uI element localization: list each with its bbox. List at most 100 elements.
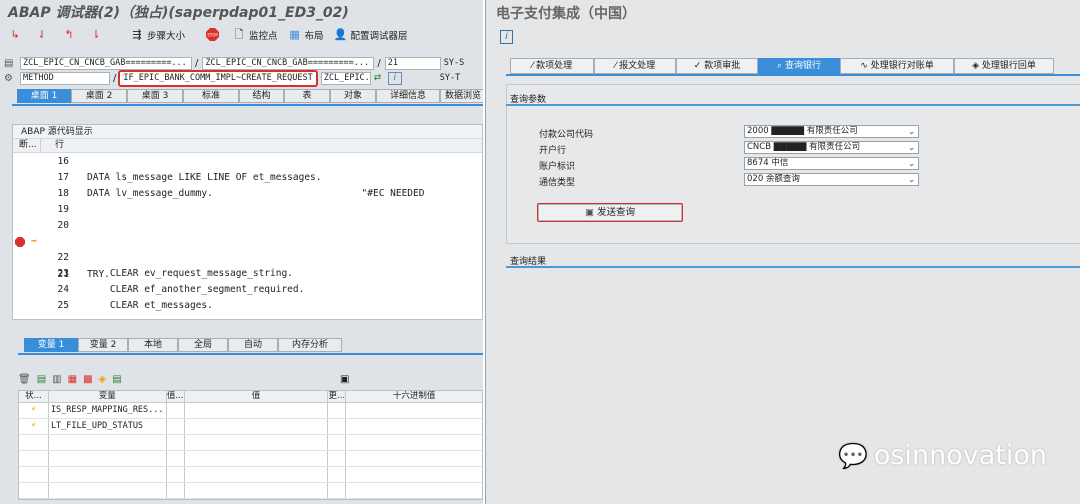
step-over-icon: ⇃ — [37, 28, 47, 41]
code-lines: 16 17 DATA ls_message LIKE LINE OF et_mes… — [13, 154, 483, 320]
tab-message-processing[interactable]: ⁄ 报文处理 — [594, 58, 676, 74]
line-number: 24 — [57, 284, 69, 295]
watchpoint-button[interactable]: 🗋 监控点 — [232, 28, 278, 42]
breakpoint-stop-icon[interactable] — [15, 237, 25, 250]
include-field[interactable]: ZCL_EPIC_CN_CNCB_GAB=========... — [202, 56, 375, 70]
return-button[interactable]: ↰ — [62, 28, 79, 42]
account-id-select[interactable]: 8674 中信 ⌄ — [744, 157, 919, 170]
edit-icon[interactable]: ▥ — [52, 374, 61, 385]
save-variant-icon[interactable]: ▦ — [68, 374, 77, 385]
code-line[interactable]: 20 — [13, 220, 483, 236]
tab-bank-statement[interactable]: ∿ 处理银行对账单 — [840, 58, 954, 74]
separator: / — [195, 57, 199, 69]
tab-local[interactable]: 本地 — [128, 338, 178, 352]
debugger-title: ABAP 调试器(2)（独占)(saperpdap01_ED3_02) — [8, 5, 349, 21]
step-size-button[interactable]: ⇶ 步骤大小 — [130, 28, 185, 42]
epic-title: 电子支付集成（中国） — [496, 6, 636, 22]
search-icon: ⌕ — [777, 61, 785, 71]
tab-variables-1[interactable]: 变量 1 — [24, 338, 78, 352]
code-line[interactable]: 19 — [13, 204, 483, 220]
table-row[interactable] — [19, 467, 482, 483]
code-line-current[interactable]: ➡ 21 TRY. — [13, 236, 483, 280]
tab-memory-analysis[interactable]: 内存分析 — [278, 338, 342, 352]
code-line[interactable]: 22 — [13, 252, 483, 268]
tab-bank-receipt[interactable]: ◈ 处理银行回单 — [954, 58, 1054, 74]
tab-global[interactable]: 全局 — [178, 338, 228, 352]
step-into-button[interactable]: ↳ — [8, 28, 25, 42]
tab-data-browser[interactable]: 数据浏览 — [440, 89, 483, 103]
delete-icon[interactable]: 🗑 — [18, 374, 31, 385]
bank-select[interactable]: CNCB ▇▇▇▇▇ 有限责任公司 ⌄ — [744, 141, 919, 154]
col-line: 行 — [55, 140, 65, 150]
tab-desktop-2[interactable]: 桌面 2 — [71, 89, 127, 103]
query-params-title: 查询参数 — [506, 92, 1080, 106]
col-breakpoint: 断... — [13, 139, 41, 152]
code-line[interactable]: 17 DATA ls_message LIKE LINE OF et_messag… — [13, 172, 483, 188]
return-icon: ↰ — [64, 28, 74, 41]
step-over-button[interactable]: ⇃ — [35, 28, 52, 42]
compare-icon[interactable]: ◈ — [99, 374, 107, 385]
tab-query-bank[interactable]: ⌕ 查询银行 — [758, 58, 840, 74]
config-layer-button[interactable]: 👤 配置调试器层 — [334, 28, 408, 42]
info-icon[interactable]: i — [387, 71, 402, 85]
structure-icon[interactable]: ▩ — [83, 374, 92, 385]
code-line[interactable]: 23 CLEAR ev_request_message_string. — [13, 268, 483, 284]
navigate-icon[interactable]: ⇄ — [374, 73, 388, 83]
tab-objects[interactable]: 对象 — [330, 89, 376, 103]
bank-label: 开户行 — [539, 146, 567, 156]
tab-desktop-3[interactable]: 桌面 3 — [127, 89, 183, 103]
account-id-label: 账户标识 — [539, 162, 576, 172]
code-line[interactable]: 25 CLEAR et_messages. — [13, 300, 483, 316]
code-line[interactable]: 24 CLEAR ef_another_segment_required. — [13, 284, 483, 300]
method-name-field-highlighted[interactable]: IF_EPIC_BANK_COMM_IMPL~CREATE_REQUEST — [118, 69, 318, 87]
code-line[interactable]: 16 — [13, 156, 483, 172]
sy-tabix-label: SY-T — [439, 73, 461, 83]
table-row[interactable]: ⚡ LT_FILE_UPD_STATUS — [19, 419, 482, 435]
main-program-field[interactable]: ZCL_EPIC_CN_CNCB_GAB=========... — [20, 56, 192, 70]
receipt-icon: ◈ — [972, 61, 982, 71]
tab-structure[interactable]: 结构 — [239, 89, 284, 103]
source-code-panel: ABAP 源代码显示 断... 行 16 17 DATA ls_message L… — [12, 124, 483, 320]
event-type-field[interactable]: METHOD — [20, 71, 110, 85]
table-row[interactable]: ⚡ IS_RESP_MAPPING_RES... — [19, 403, 482, 419]
continue-button[interactable]: ⇂ — [89, 28, 106, 42]
check-icon: ✓ — [693, 61, 705, 71]
stop-button[interactable]: STOP — [205, 28, 222, 42]
tab-desktop-1[interactable]: 桌面 1 — [17, 89, 71, 103]
tab-label: 查询银行 — [784, 61, 821, 71]
code-text: CLEAR ev_request_message_string. — [87, 268, 293, 279]
code-line[interactable]: 18 DATA lv_message_dummy. "#EC NEEDED — [13, 188, 483, 204]
tab-payment-processing[interactable]: ⁄ 款项处理 — [510, 58, 594, 74]
layout-button[interactable]: ▦ 布局 — [288, 28, 323, 42]
tab-variables-2[interactable]: 变量 2 — [78, 338, 128, 352]
table-row[interactable] — [19, 483, 482, 499]
line-field[interactable]: 21 — [384, 56, 441, 70]
save-icon[interactable]: ▣ — [340, 374, 349, 385]
col-hex-value: 十六进制值 — [392, 391, 436, 401]
chevron-down-icon: ⌄ — [908, 175, 915, 184]
tab-details[interactable]: 详细信息 — [376, 89, 440, 103]
tab-table[interactable]: 表 — [284, 89, 330, 103]
tab-auto[interactable]: 自动 — [228, 338, 278, 352]
class-field[interactable]: ZCL_EPIC... — [320, 71, 371, 85]
filter-icon[interactable]: ▤ — [112, 374, 121, 385]
config-layer-label: 配置调试器层 — [350, 31, 408, 42]
info-icon[interactable]: i — [500, 30, 513, 44]
new-variable-icon[interactable]: ▤ — [37, 374, 46, 385]
variable-name: LT_FILE_UPD_STATUS — [49, 419, 167, 434]
tab-payment-approval[interactable]: ✓ 款项审批 — [676, 58, 758, 74]
table-row[interactable] — [19, 435, 482, 451]
watchpoint-label: 监控点 — [249, 31, 278, 42]
tab-label: 款项审批 — [704, 61, 741, 71]
program-row: ▤ ZCL_EPIC_CN_CNCB_GAB=========... / ZCL… — [4, 56, 464, 70]
table-row[interactable] — [19, 451, 482, 467]
col-value-type: 值... — [166, 391, 185, 402]
variable-table: 状... 变量 值... 值 更... 十六进制值 ⚡ IS_RESP_MAPP… — [18, 390, 483, 500]
epic-window: 电子支付集成（中国） i ⁄ 款项处理 ⁄ 报文处理 ✓ 款项审批 ⌕ 查询银行… — [485, 0, 1080, 504]
send-query-button[interactable]: ▣ 发送查询 — [538, 204, 682, 221]
col-status: 状... — [19, 391, 49, 402]
company-code-select[interactable]: 2000 ▇▇▇▇▇ 有限责任公司 ⌄ — [744, 125, 919, 138]
tab-standard[interactable]: 标准 — [183, 89, 239, 103]
comm-type-select[interactable]: 020 余额查询 ⌄ — [744, 173, 919, 186]
wechat-icon: 💬 — [838, 441, 868, 470]
